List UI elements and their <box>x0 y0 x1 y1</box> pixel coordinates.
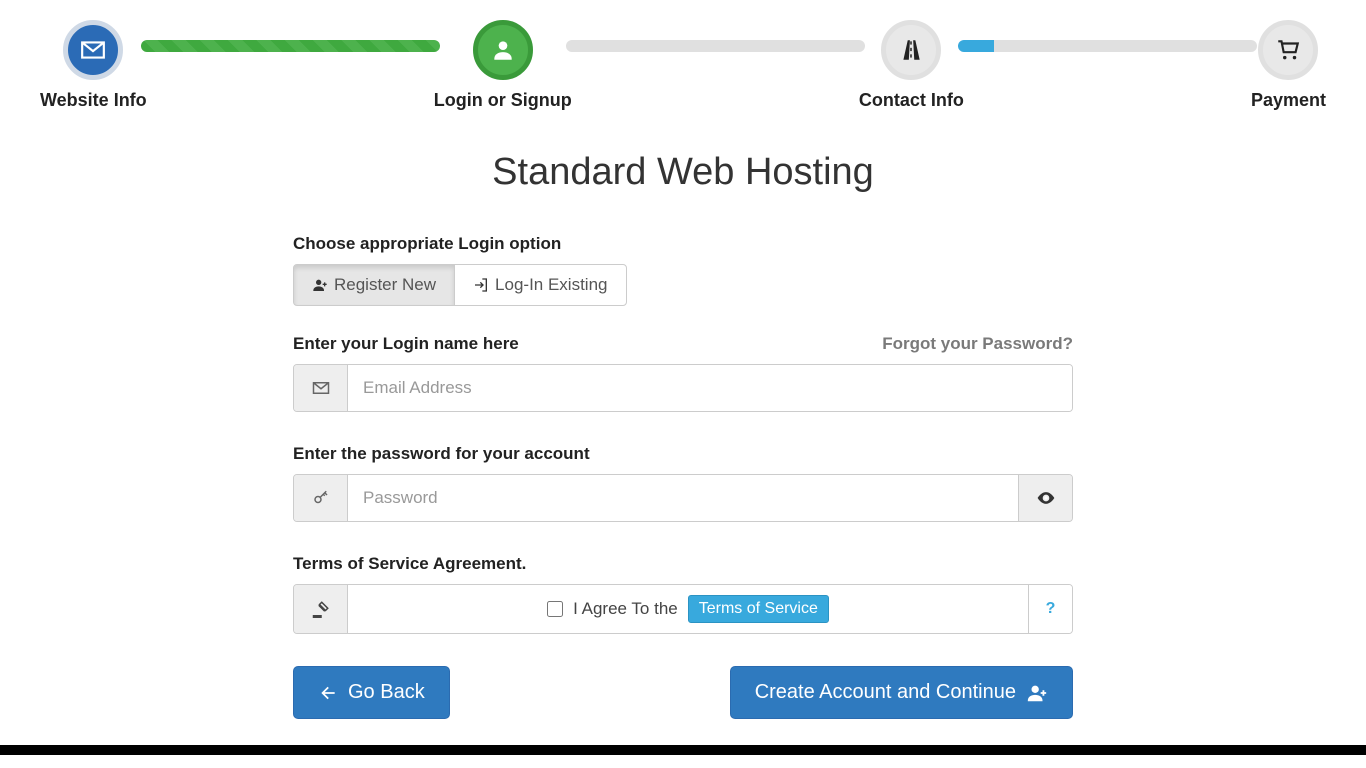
login-icon <box>473 277 489 293</box>
connector <box>958 40 1257 52</box>
agree-checkbox[interactable] <box>547 601 563 617</box>
user-plus-icon <box>312 277 328 293</box>
gavel-icon <box>294 585 348 633</box>
road-icon <box>881 20 941 80</box>
connector <box>141 40 440 52</box>
email-input-group <box>293 364 1073 412</box>
password-field[interactable] <box>348 475 1018 521</box>
password-input-group <box>293 474 1073 522</box>
terms-help-button[interactable]: ? <box>1028 585 1072 633</box>
signup-form: Choose appropriate Login option Register… <box>283 234 1083 739</box>
email-label: Enter your Login name here <box>293 334 519 354</box>
register-new-button[interactable]: Register New <box>293 264 455 306</box>
login-existing-label: Log-In Existing <box>495 275 607 295</box>
password-label: Enter the password for your account <box>293 444 1073 464</box>
footer-bar <box>0 745 1366 755</box>
go-back-button[interactable]: Go Back <box>293 666 450 719</box>
forgot-password-link[interactable]: Forgot your Password? <box>882 334 1073 354</box>
cart-icon <box>1258 20 1318 80</box>
progress-stepper: Website Info Login or Signup Contact Inf… <box>0 0 1366 121</box>
terms-label: Terms of Service Agreement. <box>293 554 1073 574</box>
step-login-signup[interactable]: Login or Signup <box>434 20 572 111</box>
user-plus-icon <box>1026 682 1048 704</box>
register-new-label: Register New <box>334 275 436 295</box>
envelope-icon <box>294 365 348 411</box>
login-option-label: Choose appropriate Login option <box>293 234 1073 254</box>
step-label: Payment <box>1251 90 1326 111</box>
login-existing-button[interactable]: Log-In Existing <box>454 264 626 306</box>
page-title: Standard Web Hosting <box>0 151 1366 194</box>
email-field[interactable] <box>348 365 1072 411</box>
step-label: Website Info <box>40 90 147 111</box>
agree-text: I Agree To the <box>573 599 678 619</box>
terms-of-service-link[interactable]: Terms of Service <box>688 595 829 623</box>
step-label: Login or Signup <box>434 90 572 111</box>
continue-label: Create Account and Continue <box>755 681 1016 704</box>
eye-icon <box>1036 488 1056 508</box>
go-back-label: Go Back <box>348 681 425 704</box>
create-account-continue-button[interactable]: Create Account and Continue <box>730 666 1073 719</box>
user-icon <box>473 20 533 80</box>
arrow-left-icon <box>318 683 338 703</box>
key-icon <box>294 475 348 521</box>
toggle-password-visibility[interactable] <box>1018 475 1072 521</box>
connector <box>566 40 865 52</box>
login-option-toggle: Register New Log-In Existing <box>293 264 627 306</box>
step-label: Contact Info <box>859 90 964 111</box>
form-actions: Go Back Create Account and Continue <box>293 666 1073 719</box>
step-payment[interactable]: Payment <box>1251 20 1326 111</box>
step-website-info[interactable]: Website Info <box>40 20 147 111</box>
envelope-icon <box>63 20 123 80</box>
terms-group: I Agree To the Terms of Service ? <box>293 584 1073 634</box>
step-contact-info[interactable]: Contact Info <box>859 20 964 111</box>
terms-center: I Agree To the Terms of Service <box>348 585 1028 633</box>
